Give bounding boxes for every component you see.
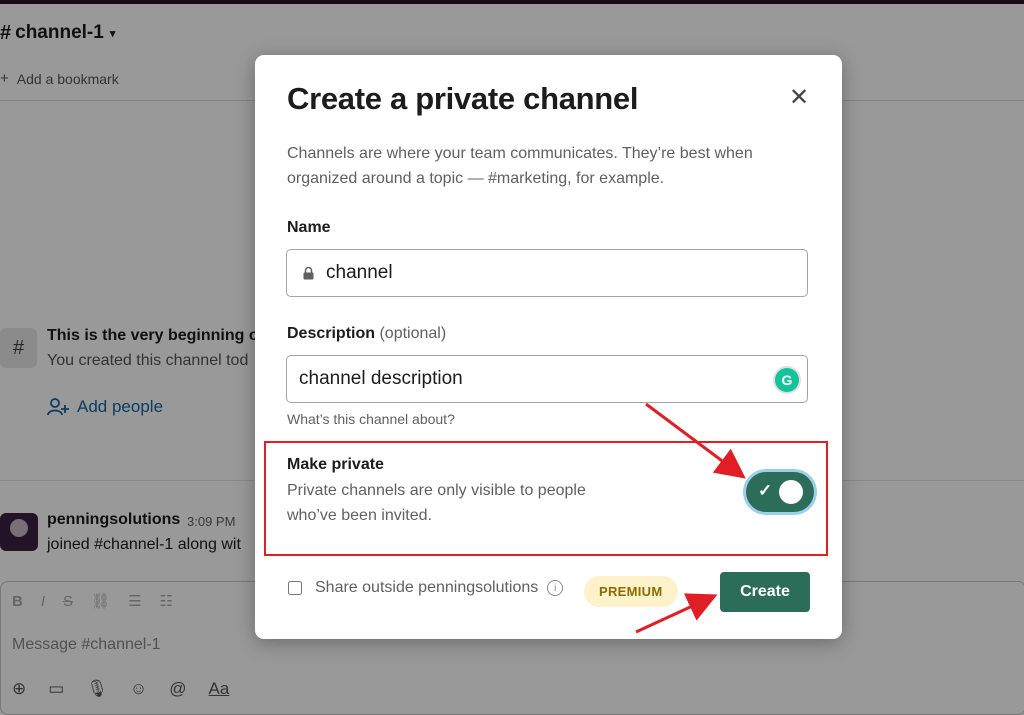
description-input[interactable] <box>297 367 761 391</box>
lock-icon <box>303 266 314 280</box>
description-label-text: Description <box>287 325 376 342</box>
info-icon[interactable]: i <box>547 580 564 596</box>
share-outside-checkbox[interactable] <box>288 581 302 595</box>
make-private-description: Private channels are only visible to peo… <box>287 482 586 524</box>
grammarly-icon[interactable]: G <box>775 368 799 392</box>
description-field[interactable]: G <box>286 355 808 403</box>
create-channel-modal: Create a private channel ✕ Channels are … <box>255 55 842 639</box>
description-label: Description (optional) <box>287 325 446 343</box>
name-field[interactable] <box>286 249 808 297</box>
make-private-toggle[interactable]: ✓ <box>746 472 814 512</box>
share-outside-row: Share outside penningsolutions i <box>287 579 564 597</box>
close-icon[interactable]: ✕ <box>786 85 812 111</box>
optional-label: (optional) <box>379 325 447 342</box>
toggle-knob <box>779 480 803 504</box>
modal-description: Channels are where your team communicate… <box>287 145 753 187</box>
description-hint: What’s this channel about? <box>287 411 455 427</box>
premium-badge: PREMIUM <box>584 576 678 607</box>
share-outside-label[interactable]: Share outside penningsolutions <box>315 579 538 597</box>
modal-title: Create a private channel <box>287 81 639 116</box>
make-private-title: Make private <box>287 456 384 473</box>
checkmark-icon: ✓ <box>758 481 773 500</box>
name-input[interactable] <box>324 261 788 285</box>
name-label: Name <box>287 219 331 236</box>
create-button[interactable]: Create <box>720 572 810 612</box>
